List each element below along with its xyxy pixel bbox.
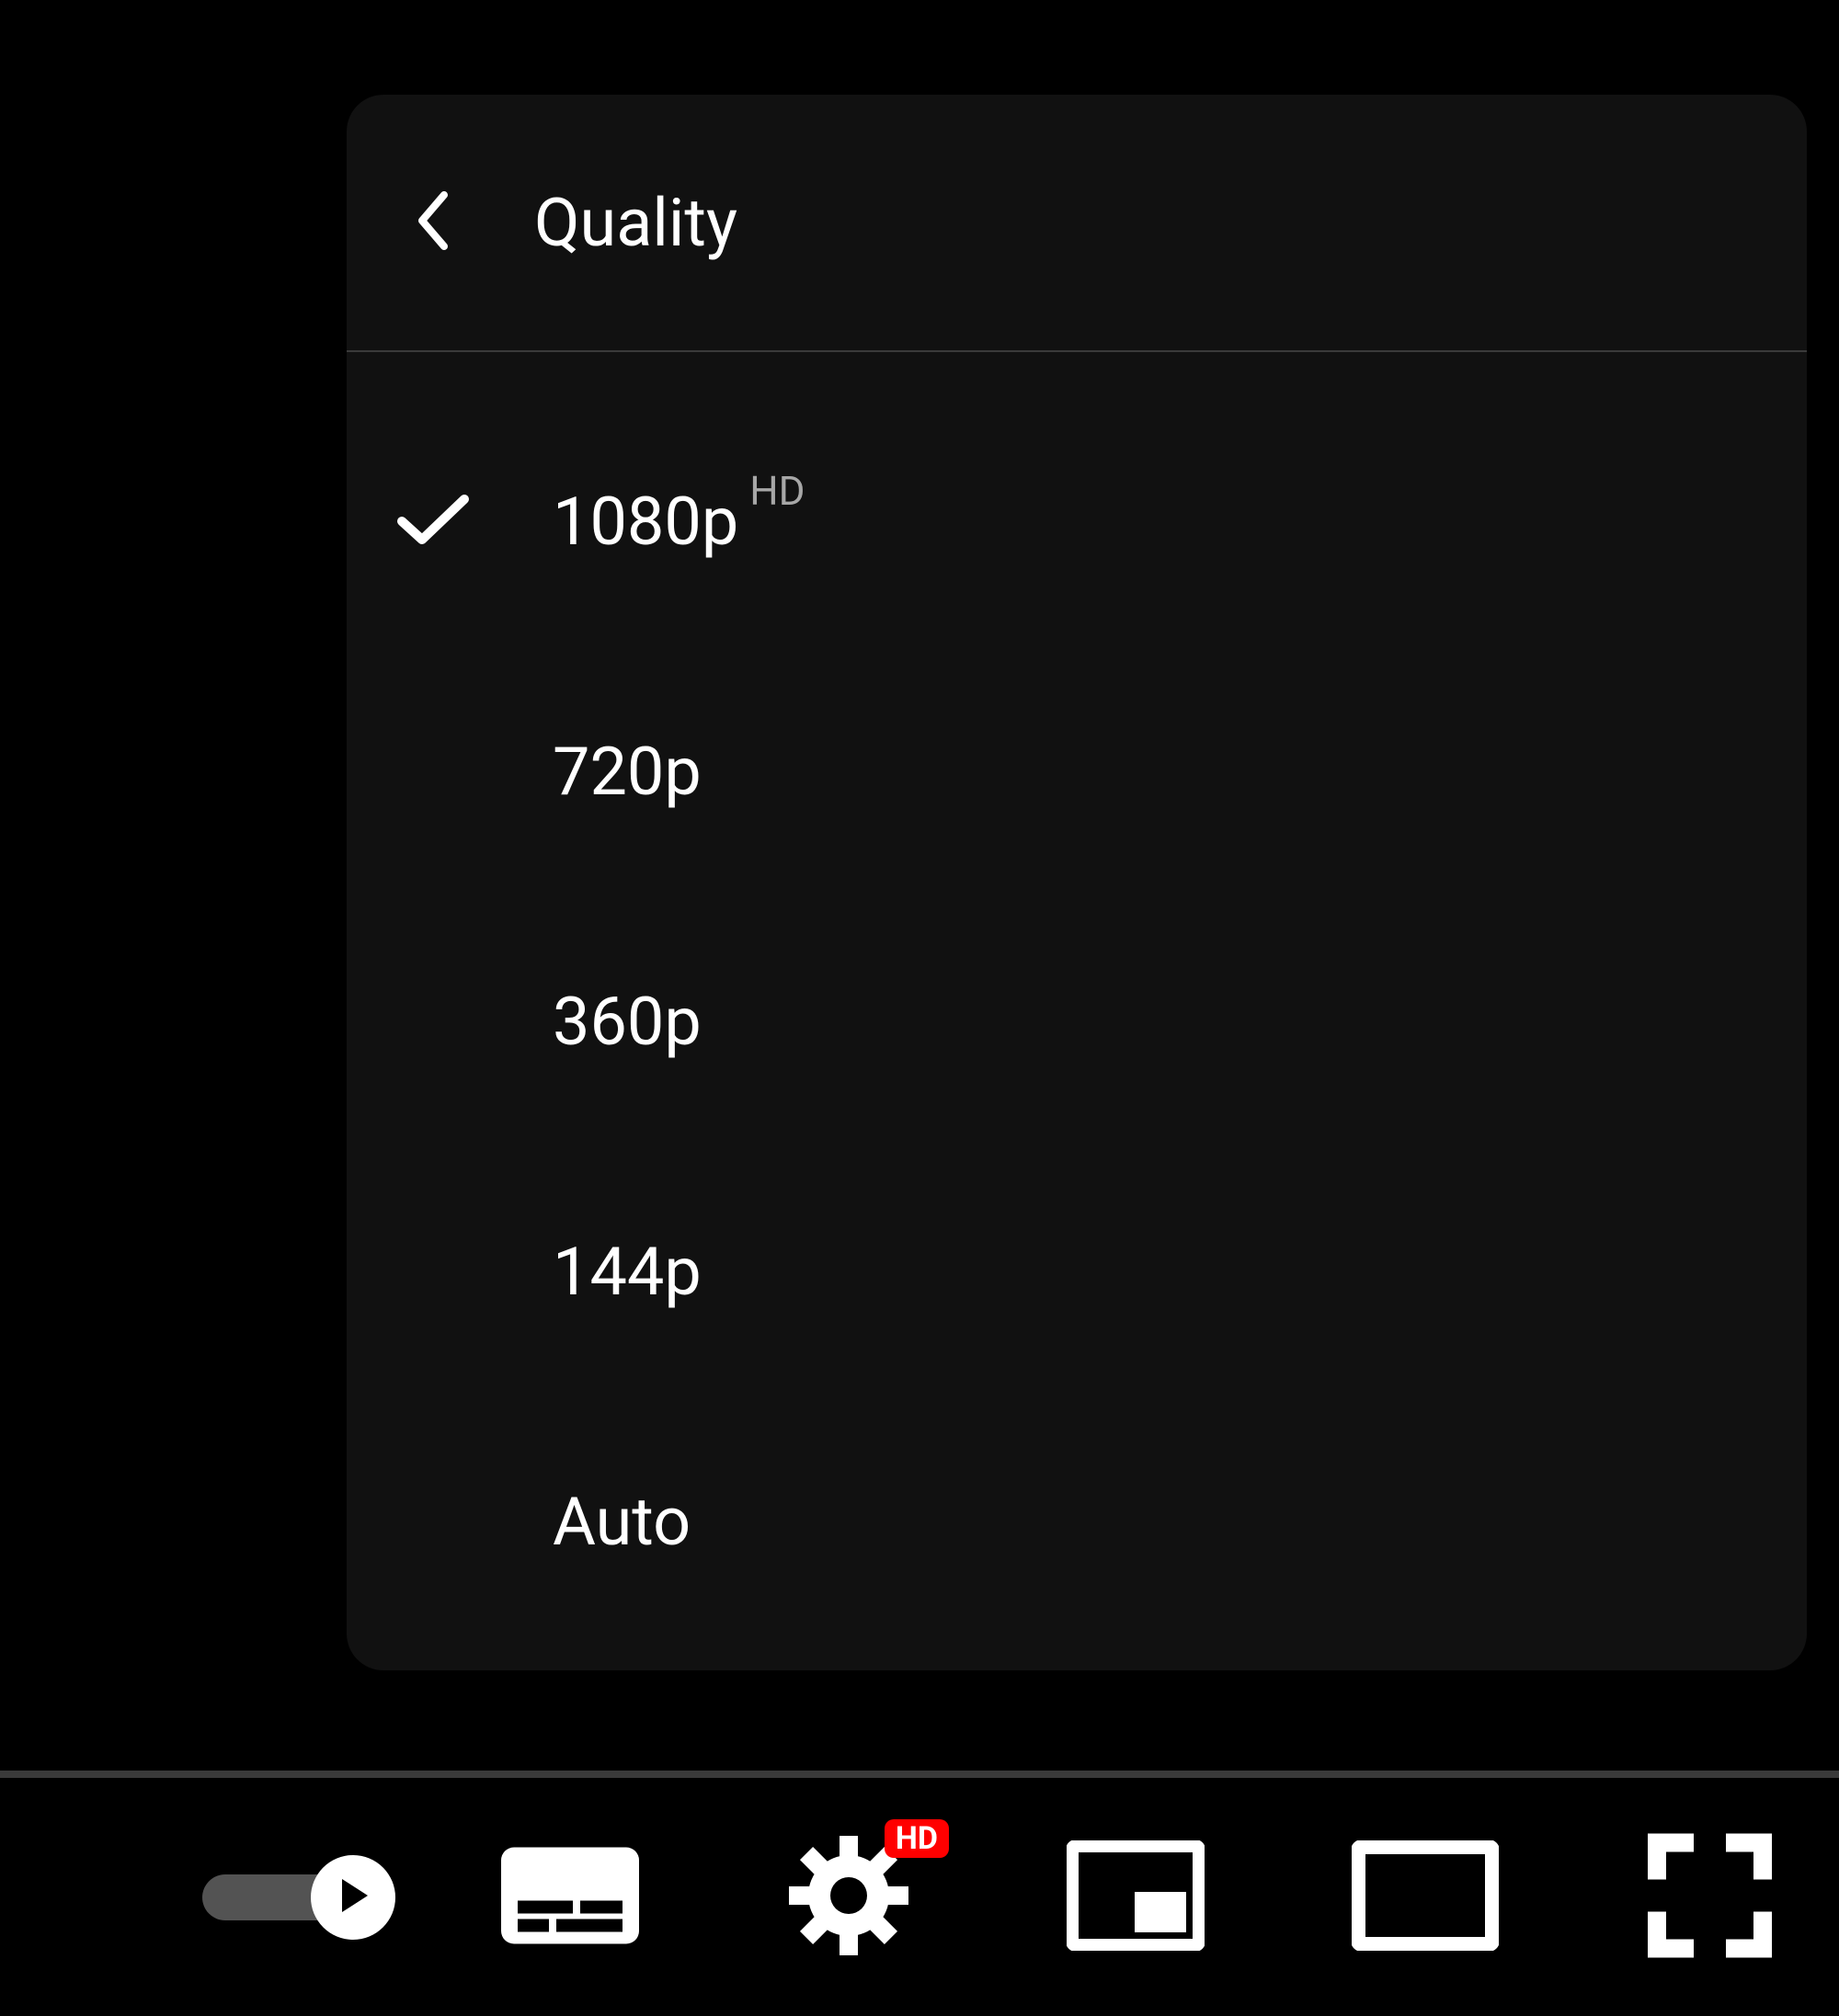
toggle-knob	[311, 1855, 395, 1940]
fullscreen-icon	[1648, 1833, 1772, 1961]
miniplayer-button[interactable]	[1067, 1842, 1205, 1953]
player-control-bar: HD	[0, 1778, 1839, 2016]
play-icon	[333, 1875, 373, 1919]
menu-header: Quality	[347, 95, 1807, 352]
hd-badge-text: HD	[749, 467, 805, 515]
quality-option-label: 360p	[553, 983, 702, 1061]
subtitles-icon	[501, 1847, 639, 1947]
theater-mode-button[interactable]	[1352, 1842, 1499, 1953]
quality-option-label: 720p	[553, 733, 702, 811]
quality-option-label: 1080pHD	[553, 483, 805, 561]
quality-option-label: 144p	[553, 1233, 702, 1311]
subtitles-button[interactable]	[501, 1849, 639, 1945]
check-icon	[396, 492, 470, 551]
quality-option-auto[interactable]: Auto	[347, 1396, 1807, 1646]
chevron-left-icon	[415, 191, 451, 254]
autoplay-toggle[interactable]	[184, 1851, 377, 1943]
quality-option-1080p[interactable]: 1080pHD	[347, 396, 1807, 646]
quality-option-label: Auto	[553, 1483, 691, 1561]
settings-button[interactable]: HD	[789, 1838, 908, 1957]
quality-option-360p[interactable]: 360p	[347, 896, 1807, 1146]
progress-bar[interactable]	[0, 1771, 1839, 1778]
menu-items: 1080pHD 720p 360p 144p Auto	[347, 352, 1807, 1646]
theater-icon	[1352, 1840, 1499, 1954]
quality-menu: Quality 1080pHD 720p 360p	[347, 95, 1807, 1670]
menu-title: Quality	[534, 184, 737, 262]
settings-hd-badge: HD	[885, 1819, 949, 1858]
miniplayer-icon	[1067, 1840, 1205, 1954]
toggle-track	[202, 1874, 359, 1920]
back-button[interactable]	[405, 195, 461, 250]
quality-option-144p[interactable]: 144p	[347, 1146, 1807, 1396]
quality-option-720p[interactable]: 720p	[347, 646, 1807, 896]
check-column	[396, 492, 553, 551]
fullscreen-button[interactable]	[1648, 1835, 1772, 1959]
